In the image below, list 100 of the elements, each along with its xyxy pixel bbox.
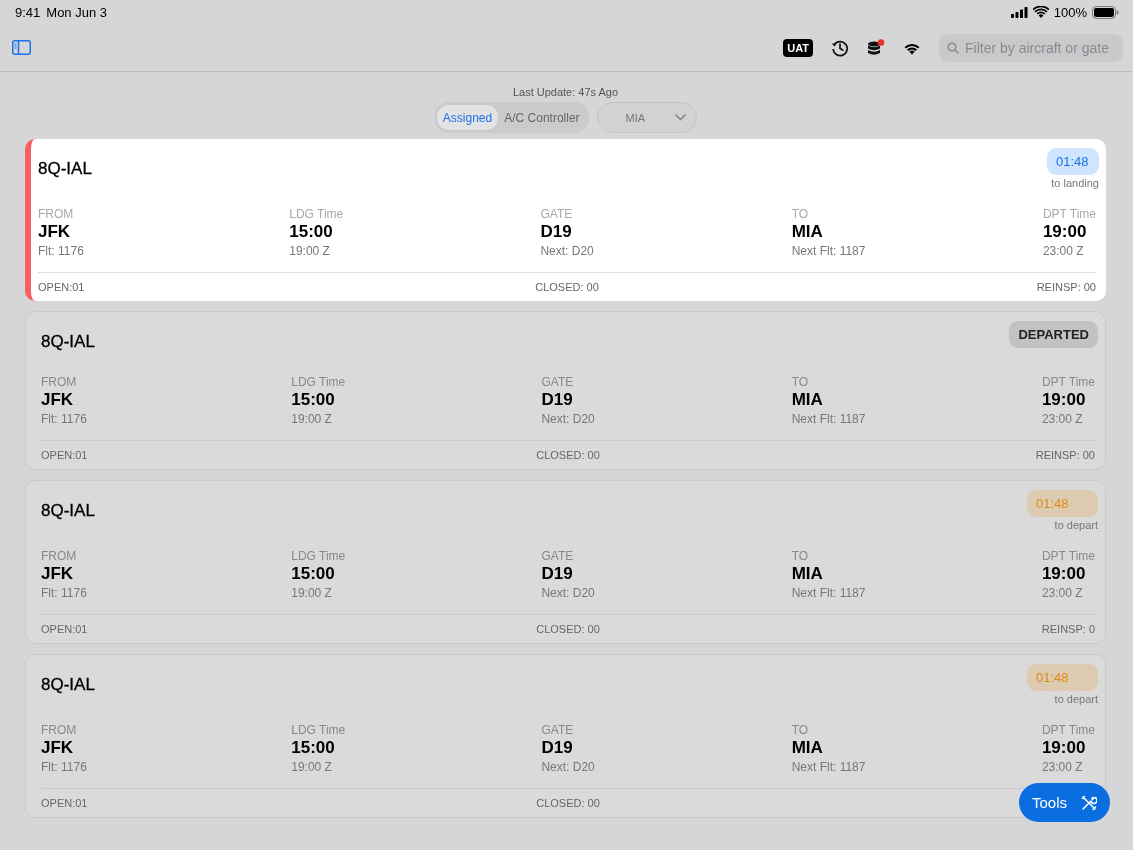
status-date: Mon Jun 3 (46, 4, 107, 20)
badge-caption: to landing (1051, 177, 1099, 189)
field-label: FROM (41, 549, 78, 563)
aircraft-tail: 8Q-IAL (41, 501, 95, 521)
field-subtext: 23:00 Z (1041, 412, 1083, 426)
closed-count: CLOSED: 00 (535, 623, 601, 635)
sidebar-icon[interactable] (12, 40, 31, 55)
field-subtext: Next Flt: 1187 (791, 586, 867, 600)
field-label: GATE (541, 549, 575, 563)
segment-tab[interactable]: A/C Controller (498, 105, 586, 130)
field-value: 19:00 (1041, 390, 1086, 410)
field-value: JFK (41, 564, 75, 584)
field-label: DPT Time (1041, 375, 1095, 389)
field-label: GATE (540, 207, 574, 221)
field-value: MIA (791, 390, 824, 410)
field-value: MIA (791, 222, 824, 242)
field-value: 19:00 (1041, 564, 1086, 584)
flight-card[interactable]: 8Q-IAL 01:48 to landing FROM JFK Flt: 1176 LDG Time 15:00 19:00 Z GATE D19 Next: D20 TO MIA Next Flt: 1187 DPT Time 19:00 23:00 Z OPEN:01 CLOSED: 00 REINSP: 00 (25, 139, 1106, 301)
field-subtext: Next: D20 (541, 586, 596, 600)
database-icon[interactable] (867, 38, 885, 57)
open-count: OPEN:01 (41, 623, 89, 635)
field-subtext: 19:00 Z (291, 412, 333, 426)
closed-count: CLOSED: 00 (535, 797, 601, 809)
last-update-text: Last Update: 47s Ago (511, 86, 620, 98)
field-value: 15:00 (291, 738, 336, 758)
field-value: MIA (791, 564, 824, 584)
badge-caption: to depart (1054, 519, 1098, 531)
field-label: TO (791, 375, 810, 389)
chevron-icon (675, 114, 687, 121)
field-subtext: Flt: 1176 (41, 586, 88, 600)
field-label: TO (791, 207, 810, 221)
field-value: JFK (41, 390, 75, 410)
field-value: 15:00 (291, 390, 336, 410)
search-field[interactable]: Filter by aircraft or gate (939, 33, 1123, 62)
tools-icon (1081, 794, 1097, 811)
flight-card[interactable]: 8Q-IAL DEPARTED FROM JFK Flt: 1176 LDG Time 15:00 19:00 Z GATE D19 Next: D20 TO MIA Next Flt: 1187 DPT Time 19:00 23:00 Z OPEN:01 CLOSED: 00 REINSP: 00 (25, 311, 1106, 470)
status-badge: 01:48 (1047, 148, 1099, 175)
field-label: FROM (41, 375, 78, 389)
reinspection-count: REINSP: 0 (1041, 623, 1095, 635)
status-badge: 01:48 (1027, 664, 1098, 691)
field-label: DPT Time (1041, 723, 1095, 737)
field-label: LDG Time (289, 207, 345, 221)
field-subtext: 23:00 Z (1041, 586, 1083, 600)
field-value: 19:00 (1041, 738, 1086, 758)
closed-count: CLOSED: 00 (535, 449, 601, 461)
field-subtext: 19:00 Z (291, 760, 333, 774)
field-label: TO (791, 549, 810, 563)
field-value: D19 (541, 390, 574, 410)
field-value: 15:00 (289, 222, 334, 242)
aircraft-tail: 8Q-IAL (38, 159, 92, 179)
reinspection-count: REINSP: 00 (1035, 449, 1095, 461)
field-label: FROM (38, 207, 75, 221)
aircraft-tail: 8Q-IAL (41, 675, 95, 695)
field-subtext: 19:00 Z (291, 586, 333, 600)
flight-card[interactable]: 8Q-IAL 01:48 to depart FROM JFK Flt: 1176 LDG Time 15:00 19:00 Z GATE D19 Next: D20 TO MIA Next Flt: 1187 DPT Time 19:00 23:00 Z OPEN:01 CLOSED: 00 REINSP: 0 (25, 480, 1106, 644)
field-subtext: 23:00 Z (1041, 760, 1083, 774)
field-value: 19:00 (1042, 222, 1087, 242)
field-label: GATE (541, 375, 575, 389)
environment-badge[interactable]: UAT (783, 38, 813, 57)
field-value: D19 (541, 564, 574, 584)
field-subtext: Next Flt: 1187 (791, 244, 867, 258)
field-label: DPT Time (1042, 207, 1096, 221)
tools-button[interactable]: Tools (1018, 783, 1110, 822)
field-subtext: Next: D20 (541, 760, 596, 774)
segment-tab[interactable]: Assigned (436, 105, 499, 130)
field-label: GATE (541, 723, 575, 737)
battery-icon (1092, 5, 1119, 19)
status-badge: 01:48 (1027, 490, 1098, 517)
battery-percent: 100% (1053, 4, 1087, 20)
field-subtext: Flt: 1176 (41, 412, 88, 426)
field-value: D19 (541, 738, 574, 758)
field-subtext: Next Flt: 1187 (791, 412, 867, 426)
open-count: OPEN:01 (38, 281, 86, 293)
badge-caption: to depart (1054, 693, 1098, 705)
field-value: D19 (540, 222, 573, 242)
field-value: MIA (791, 738, 824, 758)
status-time: 9:41 (15, 4, 41, 20)
field-subtext: Flt: 1176 (41, 760, 88, 774)
open-count: OPEN:01 (41, 449, 89, 461)
history-icon[interactable] (831, 38, 849, 57)
reinspection-count: REINSP: 00 (1036, 281, 1096, 293)
field-subtext: Next: D20 (541, 412, 596, 426)
aircraft-tail: 8Q-IAL (41, 332, 95, 352)
field-subtext: 23:00 Z (1042, 244, 1084, 258)
field-label: LDG Time (291, 549, 347, 563)
field-value: 15:00 (291, 564, 336, 584)
field-label: DPT Time (1041, 549, 1095, 563)
field-subtext: Next Flt: 1187 (791, 760, 867, 774)
field-label: TO (791, 723, 810, 737)
field-value: JFK (38, 222, 72, 242)
field-value: JFK (41, 738, 75, 758)
search-icon (947, 41, 959, 54)
signal-icon (1010, 6, 1028, 18)
field-subtext: Next: D20 (540, 244, 595, 258)
field-subtext: Flt: 1176 (38, 244, 85, 258)
field-label: LDG Time (291, 375, 347, 389)
status-badge: DEPARTED (1009, 321, 1098, 348)
closed-count: CLOSED: 00 (534, 281, 600, 293)
field-label: FROM (41, 723, 78, 737)
wifi-icon (1032, 6, 1049, 18)
